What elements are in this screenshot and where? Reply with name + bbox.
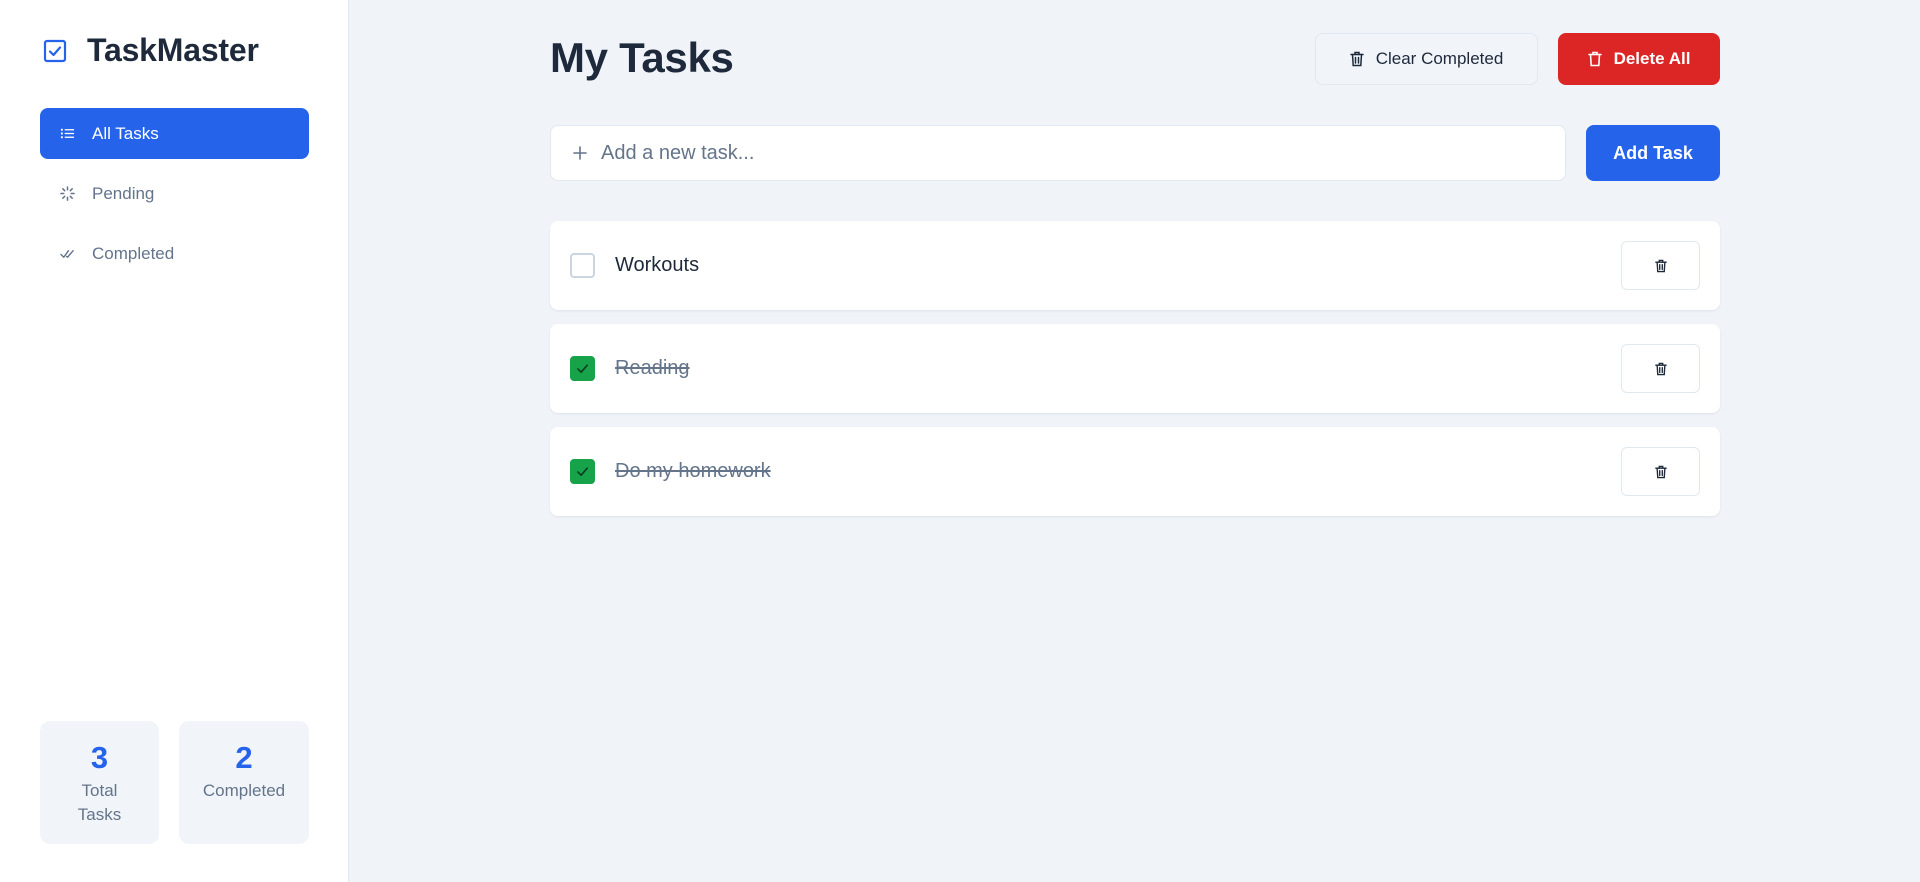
delete-task-button[interactable] (1621, 447, 1700, 496)
task-checkbox[interactable] (570, 356, 595, 381)
sidebar-item-pending[interactable]: Pending (40, 168, 309, 219)
trash-icon (1349, 51, 1364, 67)
check-icon (577, 467, 588, 477)
add-task-input[interactable] (601, 141, 1501, 165)
task-list: Workouts Reading Do my homework (550, 221, 1720, 530)
sidebar-item-completed[interactable]: Completed (40, 228, 309, 279)
task-text: Do my homework (615, 460, 771, 482)
sidebar-item-label: Pending (92, 183, 155, 203)
page-title: My Tasks (550, 34, 734, 81)
clear-completed-label: Clear Completed (1375, 49, 1504, 68)
trash-icon (1587, 51, 1602, 67)
plus-icon (573, 146, 587, 160)
stat-label: Completed (202, 781, 286, 800)
stat-value: 3 (90, 740, 109, 775)
brand: TaskMaster (43, 32, 259, 69)
double-check-icon (60, 249, 74, 258)
sidebar-item-all-tasks[interactable]: All Tasks (40, 108, 309, 159)
task-text: Reading (615, 357, 690, 379)
stats-panel: 3 Total Tasks 2 Completed (40, 721, 309, 844)
add-task-label: Add Task (1613, 142, 1693, 163)
trash-icon (1654, 259, 1667, 272)
sidebar-item-label: All Tasks (92, 123, 159, 143)
sidebar-nav: All Tasks Pending Completed (40, 108, 309, 288)
stat-total-tasks: 3 Total Tasks (40, 721, 159, 844)
task-item: Reading (550, 324, 1720, 413)
delete-all-label: Delete All (1613, 49, 1691, 68)
add-task-field[interactable] (550, 125, 1566, 181)
trash-icon (1654, 465, 1667, 478)
stat-value: 2 (235, 740, 253, 775)
stat-completed: 2 Completed (179, 721, 309, 844)
delete-all-button[interactable]: Delete All (1558, 33, 1720, 85)
task-item: Workouts (550, 221, 1720, 310)
app-title: TaskMaster (87, 32, 259, 68)
add-task-button[interactable]: Add Task (1586, 125, 1720, 181)
stat-label: Total Tasks (77, 781, 122, 824)
sidebar: TaskMaster All Tasks Pending Completed 3… (0, 0, 349, 882)
task-text: Workouts (615, 254, 700, 276)
spinner-icon (60, 186, 75, 201)
task-checkbox[interactable] (570, 459, 595, 484)
checkbox-icon (43, 39, 67, 62)
task-checkbox[interactable] (570, 253, 595, 278)
check-icon (577, 364, 588, 374)
trash-icon (1654, 362, 1667, 375)
task-item: Do my homework (550, 427, 1720, 516)
sidebar-item-label: Completed (92, 243, 175, 263)
delete-task-button[interactable] (1621, 344, 1700, 393)
delete-task-button[interactable] (1621, 241, 1700, 290)
clear-completed-button[interactable]: Clear Completed (1315, 33, 1538, 85)
list-icon (60, 128, 75, 139)
